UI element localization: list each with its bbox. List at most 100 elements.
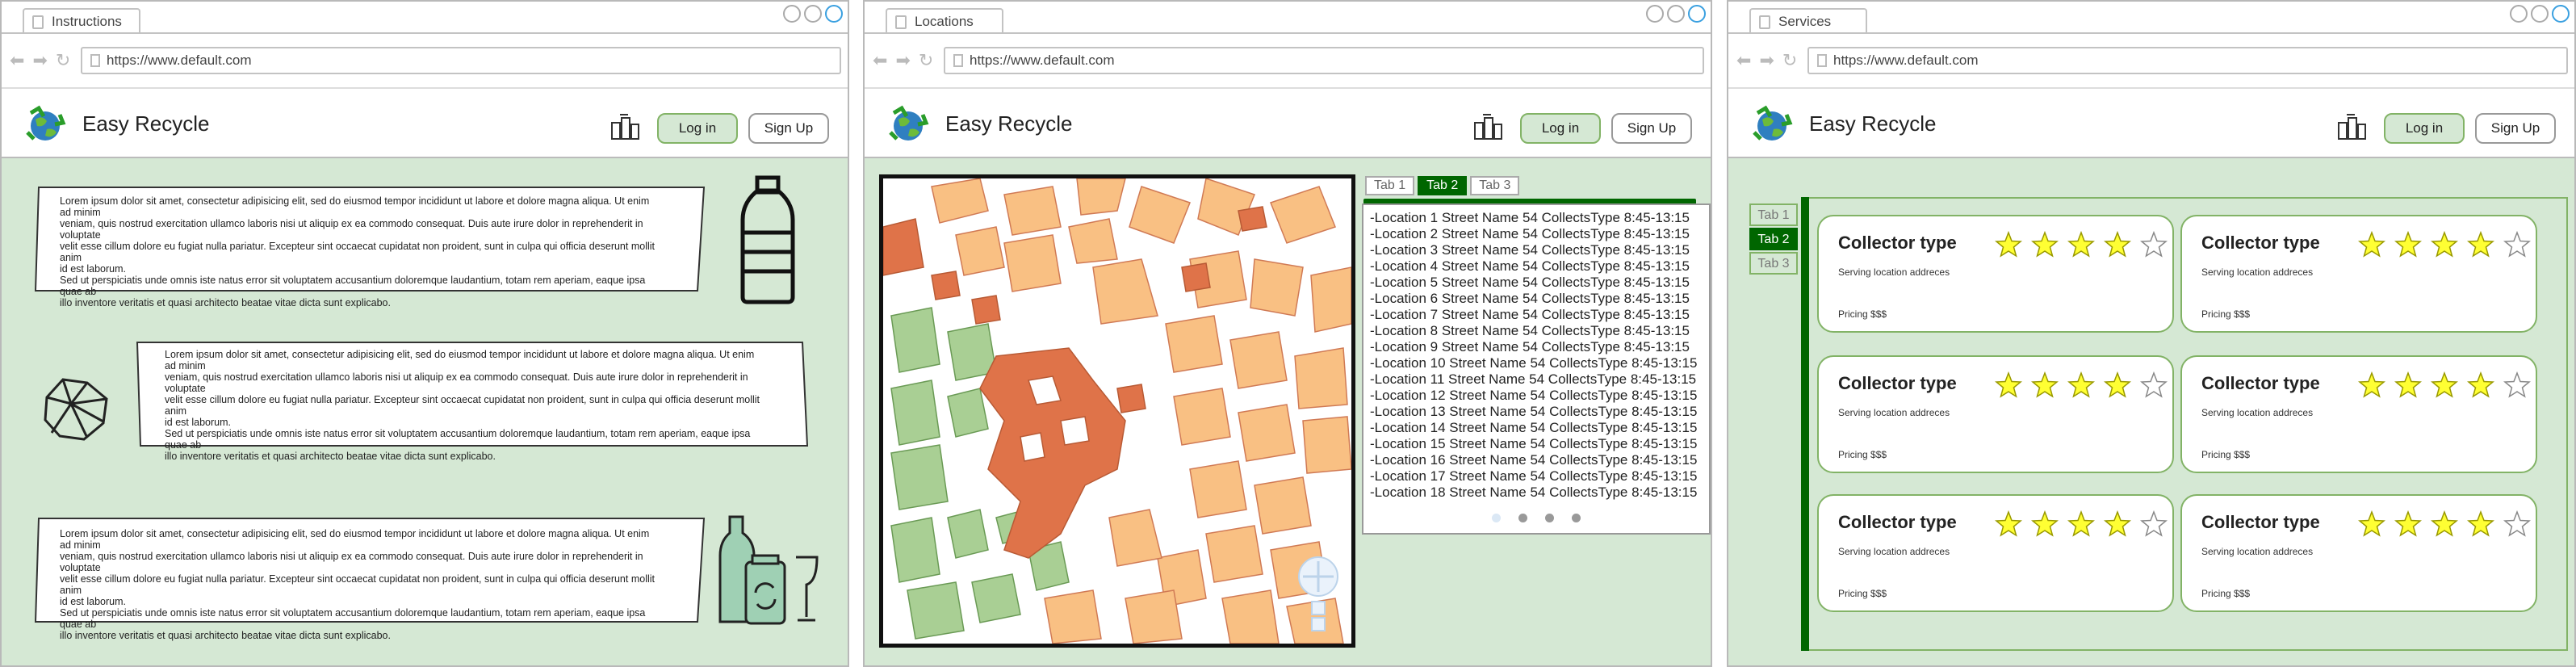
star-empty-icon[interactable] xyxy=(2503,371,2531,399)
star-filled-icon[interactable] xyxy=(2067,371,2095,399)
back-icon[interactable]: ⬅ xyxy=(1736,50,1751,71)
list-item[interactable]: -Location 11 Street Name 54 CollectsType… xyxy=(1370,371,1703,388)
star-filled-icon[interactable] xyxy=(2358,510,2385,538)
star-empty-icon[interactable] xyxy=(2140,371,2168,399)
close-button[interactable] xyxy=(825,5,843,23)
star-filled-icon[interactable] xyxy=(2104,231,2131,258)
list-item[interactable]: -Location 2 Street Name 54 CollectsType … xyxy=(1370,226,1703,242)
list-item[interactable]: -Location 6 Street Name 54 CollectsType … xyxy=(1370,291,1703,307)
star-empty-icon[interactable] xyxy=(2140,231,2168,258)
page-dot[interactable] xyxy=(1545,514,1554,522)
star-rating[interactable] xyxy=(2358,371,2531,399)
star-filled-icon[interactable] xyxy=(1995,371,2022,399)
star-filled-icon[interactable] xyxy=(2104,371,2131,399)
star-filled-icon[interactable] xyxy=(1995,231,2022,258)
page-dot[interactable] xyxy=(1518,514,1527,522)
address-bar[interactable]: https://www.default.com xyxy=(944,47,1704,74)
star-filled-icon[interactable] xyxy=(2358,231,2385,258)
browser-tab[interactable]: Locations xyxy=(886,8,1003,34)
star-filled-icon[interactable] xyxy=(2067,231,2095,258)
list-item[interactable]: -Location 3 Street Name 54 CollectsType … xyxy=(1370,242,1703,258)
collector-card[interactable]: Collector type Serving location addreces… xyxy=(1817,355,2174,473)
close-button[interactable] xyxy=(1688,5,1706,23)
minimize-button[interactable] xyxy=(783,5,801,23)
list-item[interactable]: -Location 13 Street Name 54 CollectsType… xyxy=(1370,404,1703,420)
list-item[interactable]: -Location 8 Street Name 54 CollectsType … xyxy=(1370,323,1703,339)
star-filled-icon[interactable] xyxy=(2394,371,2422,399)
tab-3[interactable]: Tab 3 xyxy=(1470,176,1520,195)
reload-icon[interactable]: ↻ xyxy=(56,50,70,71)
forward-icon[interactable]: ➡ xyxy=(895,50,910,71)
star-filled-icon[interactable] xyxy=(2467,371,2494,399)
reload-icon[interactable]: ↻ xyxy=(1782,50,1797,71)
page-dot[interactable] xyxy=(1572,514,1581,522)
star-rating[interactable] xyxy=(2358,231,2531,258)
map-zoom-control-icon[interactable] xyxy=(1296,555,1340,636)
list-item[interactable]: -Location 7 Street Name 54 CollectsType … xyxy=(1370,307,1703,323)
star-filled-icon[interactable] xyxy=(2394,231,2422,258)
minimize-button[interactable] xyxy=(1646,5,1664,23)
star-filled-icon[interactable] xyxy=(2431,231,2458,258)
login-button[interactable]: Log in xyxy=(657,113,738,144)
star-filled-icon[interactable] xyxy=(2467,510,2494,538)
recycle-bins-icon[interactable] xyxy=(1472,110,1504,142)
star-empty-icon[interactable] xyxy=(2140,510,2168,538)
list-item[interactable]: -Location 4 Street Name 54 CollectsType … xyxy=(1370,258,1703,275)
signup-button[interactable]: Sign Up xyxy=(748,113,829,144)
signup-button[interactable]: Sign Up xyxy=(2475,113,2556,144)
list-item[interactable]: -Location 1 Street Name 54 CollectsType … xyxy=(1370,210,1703,226)
star-filled-icon[interactable] xyxy=(2394,510,2422,538)
star-empty-icon[interactable] xyxy=(2503,231,2531,258)
tab-2[interactable]: Tab 2 xyxy=(1749,228,1798,250)
back-icon[interactable]: ⬅ xyxy=(873,50,887,71)
tab-1[interactable]: Tab 1 xyxy=(1749,203,1798,226)
forward-icon[interactable]: ➡ xyxy=(1759,50,1774,71)
recycle-bins-icon[interactable] xyxy=(609,110,641,142)
star-filled-icon[interactable] xyxy=(2358,371,2385,399)
star-filled-icon[interactable] xyxy=(2431,371,2458,399)
minimize-button[interactable] xyxy=(2510,5,2528,23)
star-empty-icon[interactable] xyxy=(2503,510,2531,538)
close-button[interactable] xyxy=(2552,5,2570,23)
star-filled-icon[interactable] xyxy=(2431,510,2458,538)
list-item[interactable]: -Location 9 Street Name 54 CollectsType … xyxy=(1370,339,1703,355)
maximize-button[interactable] xyxy=(1667,5,1685,23)
star-filled-icon[interactable] xyxy=(2031,231,2059,258)
list-item[interactable]: -Location 16 Street Name 54 CollectsType… xyxy=(1370,452,1703,468)
collector-card[interactable]: Collector type Serving location addreces… xyxy=(1817,494,2174,612)
tab-1[interactable]: Tab 1 xyxy=(1365,176,1415,195)
star-filled-icon[interactable] xyxy=(2031,510,2059,538)
star-filled-icon[interactable] xyxy=(2467,231,2494,258)
list-item[interactable]: -Location 18 Street Name 54 CollectsType… xyxy=(1370,485,1703,501)
list-item[interactable]: -Location 10 Street Name 54 CollectsType… xyxy=(1370,355,1703,371)
tab-3[interactable]: Tab 3 xyxy=(1749,252,1798,275)
collector-card[interactable]: Collector type Serving location addreces… xyxy=(2180,494,2537,612)
star-rating[interactable] xyxy=(2358,510,2531,538)
list-item[interactable]: -Location 17 Street Name 54 CollectsType… xyxy=(1370,468,1703,485)
address-bar[interactable]: https://www.default.com xyxy=(81,47,841,74)
star-filled-icon[interactable] xyxy=(2067,510,2095,538)
location-list[interactable]: -Location 1 Street Name 54 CollectsType … xyxy=(1362,203,1711,535)
star-filled-icon[interactable] xyxy=(2031,371,2059,399)
login-button[interactable]: Log in xyxy=(2384,113,2465,144)
signup-button[interactable]: Sign Up xyxy=(1611,113,1692,144)
collector-card[interactable]: Collector type Serving location addreces… xyxy=(1817,215,2174,333)
star-filled-icon[interactable] xyxy=(2104,510,2131,538)
list-item[interactable]: -Location 14 Street Name 54 CollectsType… xyxy=(1370,420,1703,436)
list-item[interactable]: -Location 15 Street Name 54 CollectsType… xyxy=(1370,436,1703,452)
browser-tab[interactable]: Instructions xyxy=(23,8,140,34)
page-dot[interactable] xyxy=(1492,514,1501,522)
city-map[interactable] xyxy=(879,174,1355,648)
list-item[interactable]: -Location 12 Street Name 54 CollectsType… xyxy=(1370,388,1703,404)
back-icon[interactable]: ⬅ xyxy=(10,50,24,71)
forward-icon[interactable]: ➡ xyxy=(32,50,47,71)
star-rating[interactable] xyxy=(1995,231,2168,258)
reload-icon[interactable]: ↻ xyxy=(919,50,933,71)
maximize-button[interactable] xyxy=(2531,5,2549,23)
browser-tab[interactable]: Services xyxy=(1749,8,1867,34)
star-filled-icon[interactable] xyxy=(1995,510,2022,538)
collector-card[interactable]: Collector type Serving location addreces… xyxy=(2180,355,2537,473)
address-bar[interactable]: https://www.default.com xyxy=(1807,47,2568,74)
star-rating[interactable] xyxy=(1995,371,2168,399)
recycle-bins-icon[interactable] xyxy=(2335,110,2368,142)
